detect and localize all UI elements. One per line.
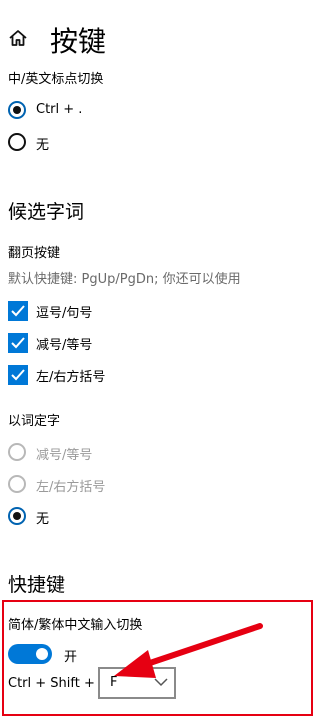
radio-option-word-minus-equal[interactable]: 减号/等号 [8,442,208,464]
checkbox-label-comma-period: 逗号/句号 [36,306,93,321]
radio-label-word-minus-equal: 减号/等号 [36,448,93,463]
checkbox-label-minus-equal: 减号/等号 [36,338,93,353]
word-to-char-label: 以词定字 [8,414,61,429]
radio-word-none[interactable] [8,507,26,525]
simplified-traditional-toggle[interactable] [8,644,52,664]
radio-option-ctrl-period[interactable]: Ctrl + . [8,100,208,122]
checkbox-option-brackets[interactable]: 左/右方括号 [8,364,208,388]
page-title: 按键 [50,25,107,58]
checkbox-option-comma-period[interactable]: 逗号/句号 [8,300,208,324]
toggle-knob [36,648,48,660]
checkbox-comma-period[interactable] [8,301,28,321]
checkbox-brackets[interactable] [8,365,28,385]
radio-word-brackets[interactable] [8,475,26,493]
check-icon [11,337,25,349]
check-icon [11,369,25,381]
radio-label-ctrl-period: Ctrl + . [36,102,83,117]
paging-label: 翻页按键 [8,246,61,261]
radio-dot [13,512,21,520]
radio-word-minus-equal[interactable] [8,443,26,461]
checkbox-option-minus-equal[interactable]: 减号/等号 [8,332,208,356]
radio-label-none: 无 [36,138,50,153]
radio-option-word-none[interactable]: 无 [8,506,208,528]
radio-label-word-none: 无 [36,512,50,527]
radio-label-word-brackets: 左/右方括号 [36,480,106,495]
checkbox-label-brackets: 左/右方括号 [36,370,106,385]
checkbox-minus-equal[interactable] [8,333,28,353]
toggle-state-label: 开 [64,650,78,665]
hotkeys-section-title: 快捷键 [8,574,66,596]
annotation-arrow [114,623,263,678]
paging-description: 默认快捷键: PgUp/PgDn; 你还可以使用 [8,272,241,287]
radio-none[interactable] [8,133,26,151]
radio-option-word-brackets[interactable]: 左/右方括号 [8,474,208,496]
radio-ctrl-period[interactable] [8,101,26,119]
check-icon [11,305,25,317]
hotkey-combo-prefix: Ctrl + Shift + [8,676,95,691]
punctuation-label: 中/英文标点切换 [8,72,104,87]
radio-dot [13,106,21,114]
candidates-section-title: 候选字词 [8,201,85,223]
home-icon[interactable] [8,28,28,48]
radio-option-none[interactable]: 无 [8,132,208,154]
